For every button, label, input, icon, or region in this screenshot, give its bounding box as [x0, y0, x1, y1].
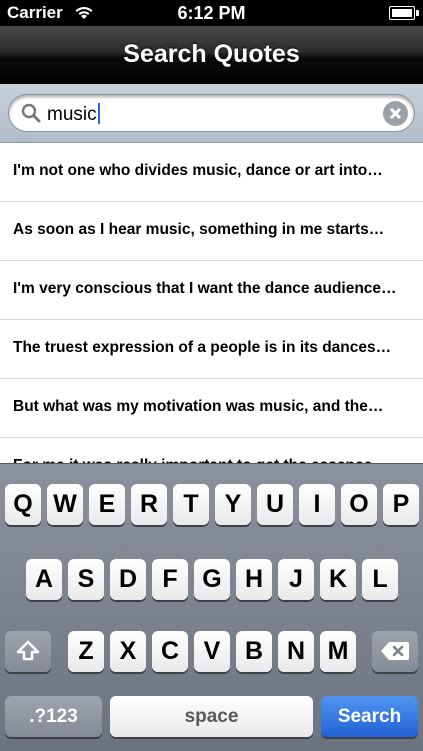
search-icon: [21, 103, 41, 123]
results-list: I'm not one who divides music, dance or …: [0, 143, 423, 463]
space-key[interactable]: space: [110, 696, 313, 737]
key-i[interactable]: I: [299, 484, 335, 525]
search-bar: music: [0, 84, 423, 143]
key-r[interactable]: R: [131, 484, 167, 525]
shift-key[interactable]: [5, 631, 51, 672]
backspace-icon: [381, 642, 409, 660]
key-a[interactable]: A: [26, 559, 62, 600]
key-w[interactable]: W: [47, 484, 83, 525]
search-key[interactable]: Search: [321, 696, 418, 737]
status-bar: Carrier 6:12 PM: [0, 0, 423, 26]
key-p[interactable]: P: [383, 484, 419, 525]
delete-key[interactable]: [372, 631, 418, 672]
text-caret: [97, 103, 100, 124]
list-item-label: But what was my motivation was music, an…: [13, 398, 384, 415]
list-item-label: I'm not one who divides music, dance or …: [13, 162, 383, 179]
list-item[interactable]: For me it was really important to get th…: [0, 438, 423, 463]
key-h[interactable]: H: [236, 559, 272, 600]
list-item-label: The truest expression of a people is in …: [13, 339, 392, 356]
key-q[interactable]: Q: [5, 484, 41, 525]
page-title: Search Quotes: [123, 40, 300, 68]
key-g[interactable]: G: [194, 559, 230, 600]
list-item[interactable]: I'm very conscious that I want the dance…: [0, 261, 423, 320]
key-z[interactable]: Z: [68, 631, 104, 672]
key-t[interactable]: T: [173, 484, 209, 525]
numbers-key[interactable]: .?123: [5, 696, 102, 737]
keyboard: Q W E R T Y U I O P A S D F G H J K L Z X C V B N M .?123 space Sear…: [0, 463, 423, 751]
key-b[interactable]: B: [236, 631, 272, 672]
list-item-label: As soon as I hear music, something in me…: [13, 221, 385, 238]
list-item[interactable]: But what was my motivation was music, an…: [0, 379, 423, 438]
key-u[interactable]: U: [257, 484, 293, 525]
key-o[interactable]: O: [341, 484, 377, 525]
key-f[interactable]: F: [152, 559, 188, 600]
key-s[interactable]: S: [68, 559, 104, 600]
key-y[interactable]: Y: [215, 484, 251, 525]
list-item[interactable]: The truest expression of a people is in …: [0, 320, 423, 379]
key-n[interactable]: N: [278, 631, 314, 672]
list-item[interactable]: I'm not one who divides music, dance or …: [0, 143, 423, 202]
key-m[interactable]: M: [320, 631, 356, 672]
search-input[interactable]: music: [8, 94, 415, 132]
shift-icon: [16, 640, 40, 661]
list-item[interactable]: As soon as I hear music, something in me…: [0, 202, 423, 261]
key-v[interactable]: V: [194, 631, 230, 672]
key-k[interactable]: K: [320, 559, 356, 600]
key-e[interactable]: E: [89, 484, 125, 525]
key-x[interactable]: X: [110, 631, 146, 672]
battery-icon: [389, 6, 419, 20]
key-c[interactable]: C: [152, 631, 188, 672]
search-query-text: music: [47, 103, 100, 126]
clock: 6:12 PM: [177, 3, 246, 23]
key-j[interactable]: J: [278, 559, 314, 600]
navigation-bar: Search Quotes: [0, 26, 423, 85]
list-item-label: I'm very conscious that I want the dance…: [13, 280, 397, 297]
key-d[interactable]: D: [110, 559, 146, 600]
key-l[interactable]: L: [362, 559, 398, 600]
clear-icon[interactable]: [383, 101, 408, 126]
